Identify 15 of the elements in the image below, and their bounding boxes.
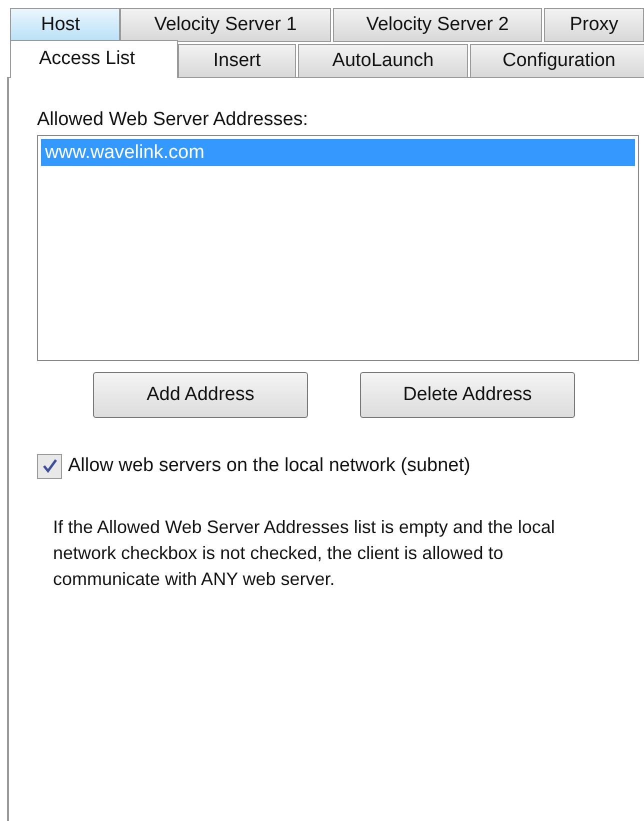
button[interactable]: Delete Address <box>360 372 575 418</box>
tab[interactable]: Configuration <box>470 44 644 78</box>
tab[interactable]: Velocity Server 1 <box>120 8 331 42</box>
button[interactable]: Add Address <box>93 372 308 418</box>
list-label: Allowed Web Server Addresses: <box>37 108 308 132</box>
checkbox[interactable] <box>37 454 62 479</box>
tab[interactable]: AutoLaunch <box>298 44 468 78</box>
tab[interactable]: Proxy <box>544 8 644 42</box>
note-text: If the Allowed Web Server Addresses list is empty and the local network checkbox is not checked, the client is allowed to communicate with ANY web server. <box>53 516 556 591</box>
tab[interactable]: Velocity Server 2 <box>333 8 542 42</box>
checkbox-label: Allow web servers on the local network (subnet) <box>68 454 470 478</box>
tab[interactable]: Host <box>10 8 120 42</box>
check-icon <box>42 458 58 474</box>
tab[interactable]: Insert <box>178 44 296 78</box>
tab[interactable]: Access List <box>10 40 178 78</box>
